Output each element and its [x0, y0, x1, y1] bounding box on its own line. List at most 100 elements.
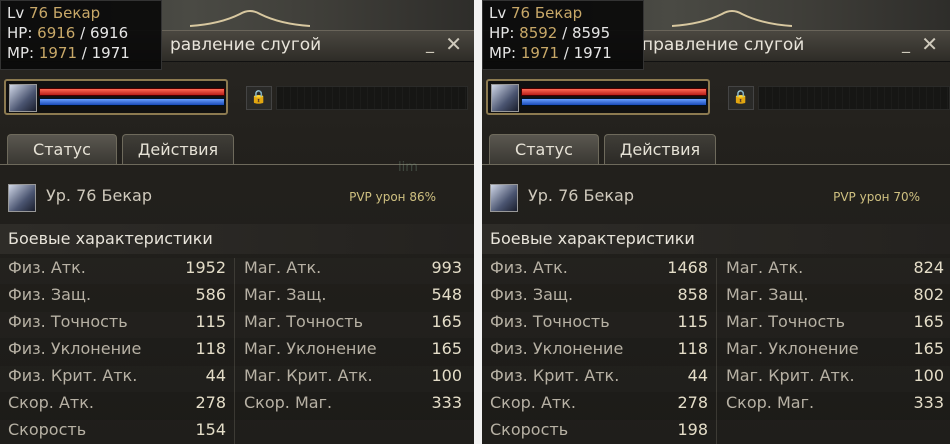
locked-slot-bar [758, 86, 950, 110]
stat-label: Маг. Точность [244, 312, 363, 331]
servitor-name: Ур. 76 Бекар [528, 186, 634, 205]
stat-label: Скорость [490, 420, 569, 439]
stat-value: 165 [431, 339, 462, 358]
lock-icon: 🔒 [728, 86, 754, 110]
close-icon[interactable]: ✕ [445, 32, 462, 56]
stat-row: Физ. Атк. 1468 Маг. Атк. 824 [482, 258, 950, 284]
stat-value: 824 [913, 258, 944, 277]
stat-label: Физ. Точность [8, 312, 128, 331]
stat-label: Физ. Уклонение [8, 339, 142, 358]
window-title: правление слугой [642, 35, 805, 55]
stat-row: Скорость 198 [482, 420, 950, 444]
panel-divider [474, 0, 482, 444]
stat-value: 44 [205, 366, 226, 385]
stat-row: Физ. Точность 115 Маг. Точность 165 [0, 312, 474, 338]
tab-divider [482, 164, 950, 165]
stat-label: Скор. Атк. [490, 393, 576, 412]
mp-label: MP: [7, 44, 35, 62]
stat-value: 802 [913, 285, 944, 304]
mp-current: 1971 [38, 44, 78, 62]
level-label: Lv [7, 4, 25, 22]
hp-max: 6916 [89, 24, 129, 42]
hp-current: 6916 [37, 24, 76, 42]
level-value: 76 Бекар [29, 4, 101, 22]
stat-row: Физ. Уклонение 118 Маг. Уклонение 165 [0, 339, 474, 365]
stat-row: Физ. Атк. 1952 Маг. Атк. 993 [0, 258, 474, 284]
stat-value: 115 [677, 312, 708, 331]
stat-label: Маг. Крит. Атк. [244, 366, 373, 385]
mp-bar [521, 98, 707, 106]
ornament-decoration [190, 10, 310, 27]
ornament-decoration [672, 10, 792, 27]
stat-row: Скорость 154 [0, 420, 474, 444]
stat-label: Физ. Уклонение [490, 339, 624, 358]
tab-actions[interactable]: Действия [604, 134, 716, 164]
stat-value: 165 [913, 312, 944, 331]
stat-label: Физ. Защ. [8, 285, 92, 304]
servitor-window-left: равление слугой _ ✕ Lv 76 Бекар HP: 6916… [0, 0, 474, 444]
stat-value: 333 [913, 393, 944, 412]
stat-label: Физ. Крит. Атк. [490, 366, 620, 385]
mp-max: 1971 [91, 44, 130, 62]
stat-value: 100 [913, 366, 944, 385]
servitor-bars-frame[interactable] [4, 79, 228, 115]
hp-label: HP: [7, 24, 33, 42]
servitor-portrait-icon [491, 84, 519, 112]
mp-separator: / [77, 44, 92, 62]
minimize-icon[interactable]: _ [426, 34, 434, 53]
level-value: 76 Бекар [511, 4, 583, 22]
stat-row: Скор. Атк. 278 Скор. Маг. 333 [0, 393, 474, 419]
stat-value: 118 [677, 339, 708, 358]
stat-label: Маг. Уклонение [244, 339, 377, 358]
servitor-info: Ур. 76 Бекар PVP урон 70% [482, 176, 950, 218]
tab-status[interactable]: Статус [489, 134, 599, 164]
mp-bar [39, 98, 225, 106]
stat-value: 118 [195, 339, 226, 358]
stat-value: 278 [677, 393, 708, 412]
lock-icon: 🔒 [246, 86, 272, 110]
pvp-damage: PVP урон 86% [349, 190, 436, 204]
stat-value: 1952 [185, 258, 226, 277]
stat-label: Скор. Атк. [8, 393, 94, 412]
stat-label: Скор. Маг. [726, 393, 815, 412]
stat-row: Физ. Защ. 586 Маг. Защ. 548 [0, 285, 474, 311]
hp-label: HP: [489, 24, 515, 42]
mp-current: 1971 [520, 44, 560, 62]
stat-label: Маг. Крит. Атк. [726, 366, 855, 385]
stat-label: Маг. Точность [726, 312, 845, 331]
stat-row: Физ. Защ. 858 Маг. Защ. 802 [482, 285, 950, 311]
hp-current: 8592 [519, 24, 558, 42]
servitor-window-right: правление слугой _ ✕ Lv 76 Бекар HP: 859… [482, 0, 950, 444]
stat-label: Физ. Атк. [490, 258, 568, 277]
servitor-bars-frame[interactable] [486, 79, 710, 115]
stat-value: 154 [195, 420, 226, 439]
stat-value: 993 [431, 258, 462, 277]
stat-value: 198 [677, 420, 708, 439]
stat-value: 278 [195, 393, 226, 412]
servitor-info: Ур. 76 Бекар PVP урон 86% [0, 176, 474, 218]
stat-label: Скор. Маг. [244, 393, 333, 412]
stat-label: Маг. Защ. [244, 285, 327, 304]
stat-label: Маг. Атк. [726, 258, 804, 277]
tab-status[interactable]: Статус [7, 134, 117, 164]
minimize-icon[interactable]: _ [902, 34, 910, 53]
stat-label: Маг. Защ. [726, 285, 809, 304]
stat-row: Физ. Точность 115 Маг. Точность 165 [482, 312, 950, 338]
servitor-portrait-icon [9, 84, 37, 112]
stat-label: Физ. Защ. [490, 285, 574, 304]
stat-label: Физ. Атк. [8, 258, 86, 277]
stat-value: 586 [195, 285, 226, 304]
stat-value: 333 [431, 393, 462, 412]
stat-label: Скорость [8, 420, 87, 439]
stat-label: Физ. Точность [490, 312, 610, 331]
tab-actions[interactable]: Действия [122, 134, 234, 164]
mp-label: MP: [489, 44, 517, 62]
close-icon[interactable]: ✕ [921, 32, 938, 56]
servitor-portrait-icon [490, 184, 518, 212]
status-tooltip: Lv 76 Бекар HP: 8592 / 8595 MP: 1971 / 1… [482, 0, 644, 70]
stat-value: 165 [431, 312, 462, 331]
stat-label: Физ. Крит. Атк. [8, 366, 138, 385]
servitor-name: Ур. 76 Бекар [46, 186, 152, 205]
pvp-damage: PVP урон 70% [833, 190, 920, 204]
stat-row: Физ. Крит. Атк. 44 Маг. Крит. Атк. 100 [0, 366, 474, 392]
